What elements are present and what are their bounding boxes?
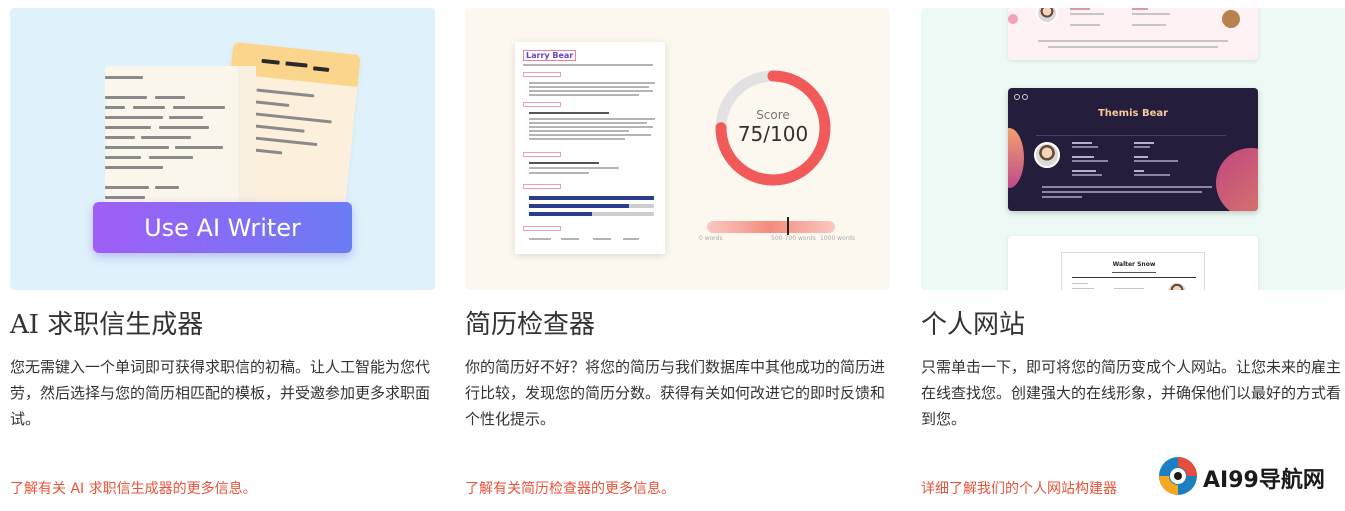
learn-more-link[interactable]: 了解有关 AI 求职信生成器的更多信息。 [10, 478, 257, 498]
card-description: 只需单击一下，即可将您的简历变成个人网站。让您未来的雇主在线查找您。创建强大的在… [921, 358, 1342, 428]
word-count-slider [707, 221, 835, 233]
word-scale-mid: 500-700 words [771, 235, 816, 242]
watermark-logo-icon [1159, 457, 1197, 495]
card-title: 简历检查器 [465, 310, 596, 340]
word-scale-min: 0 words [699, 235, 723, 242]
website-preview-main: Themis Bear [1008, 88, 1258, 211]
learn-more-link[interactable]: 了解有关简历检查器的更多信息。 [465, 478, 675, 498]
ai-writer-illustration: Use AI Writer [10, 8, 435, 290]
card-title: AI 求职信生成器 [10, 310, 204, 340]
card-description: 你的简历好不好？将您的简历与我们数据库中其他成功的简历进行比较，发现您的简历分数… [465, 358, 886, 428]
resume-name: Larry Bear [523, 50, 577, 61]
word-scale-max: 1000 words [820, 235, 856, 242]
card-description: 您无需键入一个单词即可获得求职信的初稿。让人工智能为您代劳，然后选择与您的简历相… [10, 358, 431, 428]
website-preview-bottom: Walter Snow [1008, 236, 1258, 290]
resume-preview: Larry Bear [515, 42, 665, 254]
card-personal-website: Themis Bear Walter Snow 个人网站 只需单击一下，即可将您… [921, 8, 1345, 508]
score-label: Score [756, 108, 790, 122]
card-resume-checker: Larry Bear Score 75/100 0 words 500-700 … [465, 8, 890, 508]
template-owner-name: Walter Snow [1112, 261, 1156, 268]
score-value: 75/100 [737, 122, 809, 146]
card-ai-cover-letter: Use AI Writer AI 求职信生成器 您无需键入一个单词即可获得求职信… [10, 8, 435, 508]
resume-checker-illustration: Larry Bear Score 75/100 0 words 500-700 … [465, 8, 890, 290]
use-ai-writer-button[interactable]: Use AI Writer [93, 202, 352, 253]
watermark: AI99导航网 [1153, 452, 1333, 502]
website-preview-top [1008, 8, 1258, 60]
personal-website-illustration: Themis Bear Walter Snow [921, 8, 1345, 290]
watermark-text: AI99导航网 [1203, 468, 1325, 493]
resume-template-card: Walter Snow [1061, 252, 1205, 290]
card-title: 个人网站 [921, 310, 1026, 340]
learn-more-link[interactable]: 详细了解我们的个人网站构建器 [921, 478, 1117, 498]
text-cursor-icon [787, 217, 789, 235]
website-owner-name: Themis Bear [1097, 108, 1169, 119]
